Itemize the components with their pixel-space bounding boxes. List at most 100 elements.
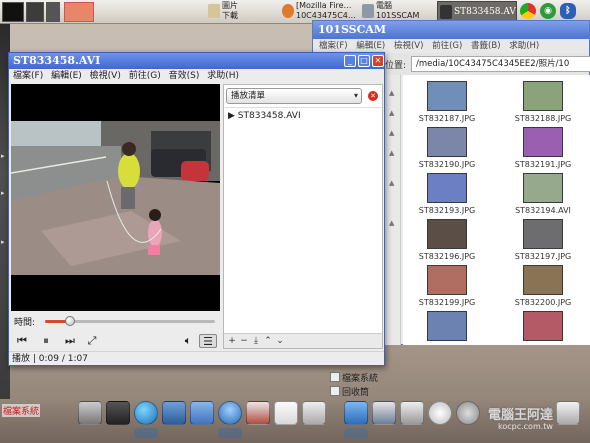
player-title[interactable]: ST833458.AVI (9, 53, 384, 69)
fm-menu-go[interactable]: 前往(G) (432, 41, 462, 51)
sidebar-collapse-icon[interactable]: ▲ (389, 129, 394, 137)
playlist-item[interactable]: ▶ ST833458.AVI (228, 111, 301, 121)
seek-bar[interactable] (45, 316, 215, 326)
checklist-icon[interactable] (274, 401, 298, 425)
apps-grid-icon[interactable] (400, 401, 424, 425)
file-item[interactable]: ST832194.AVI (503, 173, 583, 219)
computer-icon (362, 4, 374, 18)
seek-handle[interactable] (64, 316, 75, 326)
sidebar-collapse-icon[interactable]: ▲ (389, 89, 394, 97)
video-area[interactable] (11, 84, 220, 311)
speaker-icon[interactable]: 🔈︎ (179, 334, 197, 348)
file-name: ST832191.JPG (514, 160, 572, 169)
user-icon[interactable] (218, 401, 242, 425)
pl-menu-file[interactable]: 檔案(F) (13, 71, 43, 81)
shield-icon[interactable] (190, 401, 214, 425)
fm-menu-file[interactable]: 檔案(F) (319, 41, 348, 51)
terminal-icon[interactable] (78, 401, 102, 425)
playing-indicator-icon: ▶ (228, 111, 238, 121)
move-up-icon[interactable]: ⌃ (262, 335, 274, 347)
next-button[interactable]: ⏭ (61, 334, 79, 348)
sidebar-collapse-icon[interactable]: ▲ (389, 109, 394, 117)
folder-icon[interactable] (344, 401, 368, 425)
sidebar-collapse-icon[interactable]: ▲ (389, 179, 394, 187)
adult-legs (121, 187, 135, 209)
playlist-toggle-button[interactable]: ☰ (199, 334, 217, 348)
file-name: ST832200.JPG (514, 298, 572, 307)
file-item[interactable]: ST832200.JPG (503, 265, 583, 311)
file-name: ST832197.JPG (514, 252, 572, 261)
playlist-selector[interactable]: 播放清單 ▾ (226, 88, 362, 104)
desktop-trash[interactable]: 回收筒 (342, 385, 369, 398)
clear-playlist-icon[interactable]: ✕ (368, 91, 378, 101)
file-name: ST832188.JPG (514, 114, 572, 123)
sidebar-collapse-icon[interactable]: ▲ (389, 149, 394, 157)
settings-icon[interactable] (456, 401, 480, 425)
chevron-down-icon: ▾ (353, 91, 358, 100)
tools-icon[interactable] (246, 401, 270, 425)
pl-menu-go[interactable]: 前往(G) (129, 71, 161, 81)
file-item[interactable]: ST832188.JPG (503, 81, 583, 127)
wifi-icon[interactable]: ◉ (540, 3, 556, 19)
maximize-button[interactable]: □ (358, 55, 370, 67)
task-browser-label: [Mozilla Fire… 10C43475C4… (296, 1, 356, 20)
file-item[interactable] (503, 311, 583, 345)
remove-icon[interactable]: − (238, 335, 250, 347)
file-item[interactable]: ST832197.JPG (503, 219, 583, 265)
save-playlist-icon[interactable]: ⤓ (250, 335, 262, 347)
workspace-thumb-3[interactable] (46, 2, 60, 22)
pause-button[interactable]: ⏸ (37, 334, 55, 348)
minimize-button[interactable]: _ (344, 55, 356, 67)
task-folder[interactable]: 圖片 下載 (206, 1, 262, 23)
sidebar-collapse-icon[interactable]: ▲ (389, 219, 394, 227)
pl-menu-edit[interactable]: 編輯(E) (51, 71, 82, 81)
file-item[interactable]: ST832190.JPG (407, 127, 487, 173)
file-manager-title[interactable]: 101SSCAM (313, 21, 589, 39)
fm-menu-edit[interactable]: 編輯(E) (356, 41, 385, 51)
fullscreen-icon[interactable]: ⤢ (83, 334, 101, 348)
file-manager-menubar: 檔案(F) 編輯(E) 檢視(V) 前往(G) 書籤(B) 求助(H) (313, 39, 589, 53)
location-label: 位置: (385, 61, 407, 71)
network-icon[interactable] (162, 401, 186, 425)
file-item[interactable]: ST832193.JPG (407, 173, 487, 219)
close-button[interactable]: ✕ (372, 55, 384, 67)
calendar-icon[interactable] (372, 401, 396, 425)
file-item[interactable] (407, 311, 487, 345)
file-item[interactable]: ST832199.JPG (407, 265, 487, 311)
workspace-thumb-4[interactable] (64, 2, 94, 22)
child-head (149, 209, 161, 221)
file-name: ST832187.JPG (418, 114, 476, 123)
bluetooth-icon[interactable]: ᛒ (560, 3, 576, 19)
file-name: ST832199.JPG (418, 298, 476, 307)
watermark-url: kocpc.com.tw (498, 422, 553, 431)
fm-menu-help[interactable]: 求助(H) (509, 41, 539, 51)
dock-reflection (218, 428, 242, 438)
file-item[interactable]: ST832187.JPG (407, 81, 487, 127)
add-icon[interactable]: + (226, 335, 238, 347)
workspace-thumb-1[interactable] (2, 2, 24, 22)
location-field[interactable]: /media/10C43475C4345EE2/照片/10 (411, 56, 590, 72)
pl-menu-sound[interactable]: 音效(S) (169, 71, 200, 81)
workspace-thumb-2[interactable] (26, 2, 44, 22)
file-item[interactable]: ST832196.JPG (407, 219, 487, 265)
previous-button[interactable]: ⏮ (13, 334, 31, 348)
file-thumbnail (427, 173, 467, 203)
music-icon[interactable] (302, 401, 326, 425)
chrome-icon[interactable] (520, 3, 536, 19)
filesystem-icon[interactable] (330, 372, 340, 382)
clock-icon[interactable] (428, 401, 452, 425)
adult-head (122, 142, 136, 156)
media-player-window: ST833458.AVI _ □ ✕ 檔案(F) 編輯(E) 檢視(V) 前往(… (8, 52, 385, 366)
file-item[interactable]: ST832191.JPG (503, 127, 583, 173)
dock-reflection (134, 428, 158, 438)
pl-menu-view[interactable]: 檢視(V) (90, 71, 121, 81)
fm-menu-bookmarks[interactable]: 書籤(B) (471, 41, 500, 51)
desktop-filesystem[interactable]: 檔案系統 (342, 371, 378, 384)
globe-icon[interactable] (134, 401, 158, 425)
file-thumbnail (523, 311, 563, 341)
fm-menu-view[interactable]: 檢視(V) (394, 41, 423, 51)
pl-menu-help[interactable]: 求助(H) (207, 71, 239, 81)
move-down-icon[interactable]: ⌄ (274, 335, 286, 347)
trash-icon[interactable] (330, 386, 340, 396)
film-icon[interactable] (106, 401, 130, 425)
